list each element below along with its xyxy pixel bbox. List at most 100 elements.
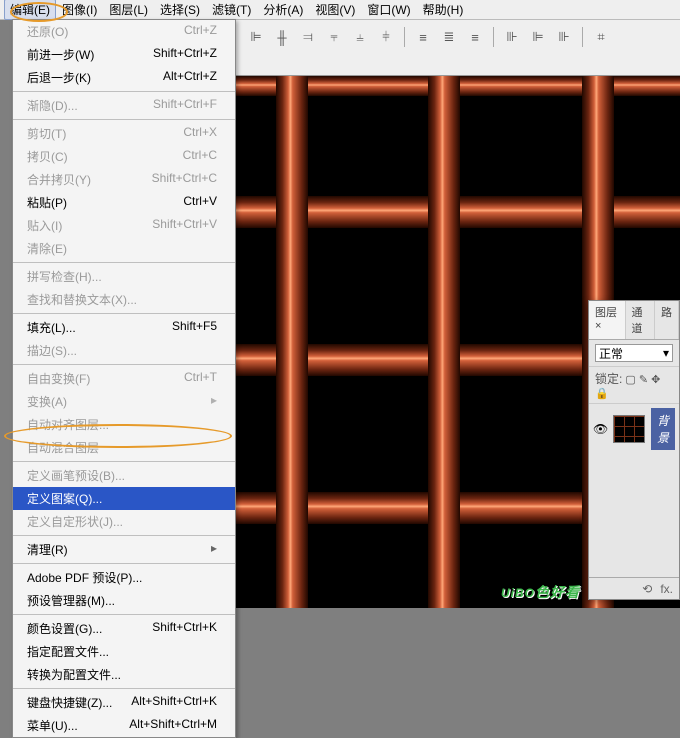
menu-entry[interactable]: 颜色设置(G)...Shift+Ctrl+K xyxy=(13,617,235,640)
menu-separator xyxy=(13,688,235,689)
menu-entry-shortcut: Shift+Ctrl+Z xyxy=(153,46,217,63)
menu-entry[interactable]: 预设管理器(M)... xyxy=(13,589,235,612)
menu-entry[interactable]: 填充(L)... Shift+F5 xyxy=(13,316,235,339)
menu-entry-label: 定义图案(Q)... xyxy=(27,490,102,507)
menu-entry-shortcut: Ctrl+C xyxy=(183,148,217,165)
menu-entry-shortcut: Alt+Shift+Ctrl+M xyxy=(129,717,217,734)
align-icon[interactable]: ⫤ xyxy=(296,26,320,48)
menu-entry: 自动混合图层 xyxy=(13,436,235,459)
menu-entry[interactable]: 后退一步(K)Alt+Ctrl+Z xyxy=(13,66,235,89)
menu-item[interactable]: 窗口(W) xyxy=(361,0,416,20)
menu-item[interactable]: 分析(A) xyxy=(257,0,309,20)
layer-row[interactable]: 👁 背景 xyxy=(589,404,679,454)
menu-entry[interactable]: 清理(R) xyxy=(13,538,235,561)
menu-entry-label: 指定配置文件... xyxy=(27,643,109,660)
menu-separator xyxy=(13,535,235,536)
link-icon[interactable]: ⟲ xyxy=(642,582,652,596)
menu-entry-label: 剪切(T) xyxy=(27,125,66,142)
menu-entry-shortcut: Shift+Ctrl+F xyxy=(153,97,217,114)
panel-status-bar: ⟲ fx. xyxy=(589,577,679,599)
panel-tab[interactable]: 路 xyxy=(655,301,679,339)
options-toolbar: ⊫ ╫ ⫤ ⫧ ⫨ ⫩ ≡ ≣ ≡ ⊪ ⊫ ⊪ ⌗ xyxy=(236,20,680,76)
panel-tab[interactable]: 图层 × xyxy=(589,301,626,339)
menu-entry-label: 填充(L)... xyxy=(27,319,76,336)
panel-tabs: 图层 ×通道路 xyxy=(589,301,679,340)
distribute-icon[interactable]: ⊪ xyxy=(500,26,524,48)
lock-row: 锁定: ▢ ✎ ✥ 🔒 xyxy=(589,366,679,404)
menu-entry-shortcut: Shift+F5 xyxy=(172,319,217,336)
distribute-icon[interactable]: ≡ xyxy=(411,26,435,48)
menu-entry[interactable]: Adobe PDF 预设(P)... xyxy=(13,566,235,589)
menu-entry: 拷贝(C) Ctrl+C xyxy=(13,145,235,168)
menu-entry-label: 自动混合图层 xyxy=(27,439,99,456)
menu-entry-shortcut: Shift+Ctrl+C xyxy=(152,171,217,188)
distribute-icon[interactable]: ≡ xyxy=(463,26,487,48)
menu-entry-label: 拷贝(C) xyxy=(27,148,68,165)
menu-entry-label: 预设管理器(M)... xyxy=(27,592,115,609)
menu-separator xyxy=(13,262,235,263)
menu-entry-shortcut: Ctrl+V xyxy=(183,194,217,211)
align-icon[interactable]: ⫧ xyxy=(322,26,346,48)
menu-entry: 合并拷贝(Y) Shift+Ctrl+C xyxy=(13,168,235,191)
visibility-icon[interactable]: 👁 xyxy=(593,422,607,436)
chevron-down-icon: ▾ xyxy=(663,346,669,360)
menu-item[interactable]: 图像(I) xyxy=(56,0,103,20)
distribute-icon[interactable]: ⌗ xyxy=(589,26,613,48)
layer-name[interactable]: 背景 xyxy=(651,408,675,450)
menu-item[interactable]: 编辑(E) xyxy=(4,0,56,20)
menu-separator xyxy=(13,91,235,92)
menu-entry-label: 转换为配置文件... xyxy=(27,666,121,683)
menu-entry-label: 粘贴(P) xyxy=(27,194,67,211)
distribute-icon[interactable]: ⊫ xyxy=(526,26,550,48)
menu-entry: 渐隐(D)...Shift+Ctrl+F xyxy=(13,94,235,117)
menu-entry-label: Adobe PDF 预设(P)... xyxy=(27,569,142,586)
distribute-icon[interactable]: ≣ xyxy=(437,26,461,48)
menu-entry: 剪切(T) Ctrl+X xyxy=(13,122,235,145)
align-icon[interactable]: ⫨ xyxy=(348,26,372,48)
align-icon[interactable]: ╫ xyxy=(270,26,294,48)
menu-entry-label: 查找和替换文本(X)... xyxy=(27,291,137,308)
menu-entry: 贴入(I) Shift+Ctrl+V xyxy=(13,214,235,237)
menu-item[interactable]: 选择(S) xyxy=(154,0,206,20)
menu-entry: 变换(A) xyxy=(13,390,235,413)
menu-entry: 描边(S)... xyxy=(13,339,235,362)
panel-tab[interactable]: 通道 xyxy=(626,301,655,339)
menu-entry[interactable]: 菜单(U)... Alt+Shift+Ctrl+M xyxy=(13,714,235,737)
menu-item[interactable]: 滤镜(T) xyxy=(206,0,257,20)
menu-item[interactable]: 帮助(H) xyxy=(417,0,470,20)
menu-entry[interactable]: 定义图案(Q)... xyxy=(13,487,235,510)
menu-entry-label: 变换(A) xyxy=(27,393,67,410)
menu-entry-shortcut: Shift+Ctrl+V xyxy=(152,217,217,234)
menu-entry[interactable]: 粘贴(P) Ctrl+V xyxy=(13,191,235,214)
menu-entry-label: 描边(S)... xyxy=(27,342,77,359)
menu-separator xyxy=(13,119,235,120)
menu-entry-shortcut: Shift+Ctrl+K xyxy=(152,620,217,637)
menu-entry-label: 菜单(U)... xyxy=(27,717,78,734)
distribute-icon[interactable]: ⊪ xyxy=(552,26,576,48)
menu-entry: 定义自定形状(J)... xyxy=(13,510,235,533)
fx-icon[interactable]: fx. xyxy=(660,582,673,596)
menu-entry[interactable]: 前进一步(W)Shift+Ctrl+Z xyxy=(13,43,235,66)
menu-item[interactable]: 图层(L) xyxy=(103,0,154,20)
menu-item[interactable]: 视图(V) xyxy=(309,0,361,20)
blend-mode-select[interactable]: 正常▾ xyxy=(595,344,673,362)
menu-separator xyxy=(13,461,235,462)
menu-entry-label: 拼写检查(H)... xyxy=(27,268,102,285)
menu-entry[interactable]: 指定配置文件... xyxy=(13,640,235,663)
menu-entry: 清除(E) xyxy=(13,237,235,260)
menu-entry[interactable]: 转换为配置文件... xyxy=(13,663,235,686)
menu-entry-label: 还原(O) xyxy=(27,23,68,40)
menu-separator xyxy=(13,563,235,564)
menu-entry-label: 合并拷贝(Y) xyxy=(27,171,91,188)
align-icon[interactable]: ⫩ xyxy=(374,26,398,48)
menu-entry-label: 清除(E) xyxy=(27,240,67,257)
menu-entry-shortcut: Ctrl+Z xyxy=(184,23,217,40)
menu-entry[interactable]: 键盘快捷键(Z)...Alt+Shift+Ctrl+K xyxy=(13,691,235,714)
menu-entry-label: 自动对齐图层... xyxy=(27,416,109,433)
menu-entry-label: 贴入(I) xyxy=(27,217,62,234)
menu-entry-shortcut: Ctrl+X xyxy=(183,125,217,142)
layer-thumbnail[interactable] xyxy=(613,415,645,443)
menu-entry: 定义画笔预设(B)... xyxy=(13,464,235,487)
align-icon[interactable]: ⊫ xyxy=(244,26,268,48)
menu-entry-shortcut: Alt+Ctrl+Z xyxy=(163,69,217,86)
